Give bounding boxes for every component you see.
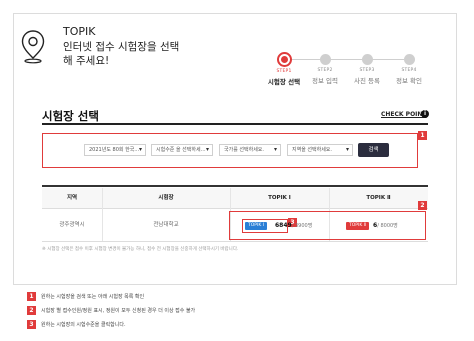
topik2-select-button[interactable]: TOPIK Ⅱ [346, 222, 369, 230]
topik1-select-button[interactable]: TOPIK Ⅰ [245, 222, 268, 230]
legend-badge-3: 3 [27, 320, 36, 329]
col-header-venue: 시험장 [102, 188, 230, 208]
legend-text-2: 시험장 별 접수인원/정원 표시, 정원이 모두 신청된 경우 더 이상 접수 … [41, 308, 196, 314]
callout-badge-1: 1 [418, 131, 427, 140]
table-top-border [42, 185, 428, 187]
exam-level-select[interactable]: 시험수준 을 선택하세… [151, 144, 213, 156]
table-bottom-border [42, 241, 428, 242]
col-header-topik1: TOPIK Ⅰ [230, 188, 329, 208]
exam-round-select[interactable]: 2021년도 80회 한국… [84, 144, 146, 156]
section-divider [42, 123, 428, 125]
step-4-number: STEP4 [401, 68, 417, 73]
topik2-capacity: 6/ 8000명 [373, 222, 398, 230]
step-4-indicator [403, 54, 415, 65]
region-select[interactable]: 지역을 선택하세요. [287, 144, 353, 156]
cell-venue: 전남대학교 [153, 222, 179, 228]
topik1-capacity: 6849/ 3900명 [275, 222, 312, 230]
search-button[interactable]: 검색 [358, 143, 389, 157]
check-point-link[interactable]: CHECK POINT [381, 111, 427, 118]
step-4-label: 정보 확인 [396, 77, 422, 85]
country-select[interactable]: 국가를 선택하세요. [219, 144, 281, 156]
step-3-indicator [361, 54, 373, 65]
step-2-indicator [319, 54, 331, 65]
legend-text-3: 원하는 시험장의 시험수준을 클릭합니다. [41, 322, 126, 328]
col-header-region: 지역 [42, 188, 102, 208]
page-subtitle: 인터넷 접수 시험장을 선택해 주세요! [63, 41, 180, 67]
legend-note-1: 1 원하는 시험장을 검색 또는 아래 시험장 목록 확인 [27, 292, 144, 302]
location-pin-icon [21, 30, 45, 64]
topik1-applied-count: 6849 [275, 222, 292, 229]
table-footnote: ※ 시험장 선택은 접수 이후 시험장 변경이 불가능 하니, 접수 전 시험장… [42, 247, 239, 252]
col-header-topik2: TOPIK Ⅱ [329, 188, 428, 208]
topik1-total: / 3900명 [291, 223, 313, 229]
step-4: STEP4 정보 확인 [384, 52, 434, 85]
topik2-total: / 8000명 [377, 223, 398, 229]
legend-text-1: 원하는 시험장을 검색 또는 아래 시험장 목록 확인 [41, 294, 145, 300]
section-title: 시험장 선택 [42, 109, 99, 123]
step-1-indicator [276, 52, 292, 67]
legend-badge-1: 1 [27, 292, 36, 301]
cell-region: 광주광역시 [59, 222, 85, 228]
legend-badge-2: 2 [27, 306, 36, 315]
info-icon[interactable]: i [421, 110, 429, 118]
callout-badge-2: 2 [418, 201, 427, 210]
page-title: TOPIK [63, 25, 96, 38]
legend-note-2: 2 시험장 별 접수인원/정원 표시, 정원이 모두 신청된 경우 더 이상 접수… [27, 306, 195, 316]
legend-note-3: 3 원하는 시험장의 시험수준을 클릭합니다. [27, 320, 126, 330]
